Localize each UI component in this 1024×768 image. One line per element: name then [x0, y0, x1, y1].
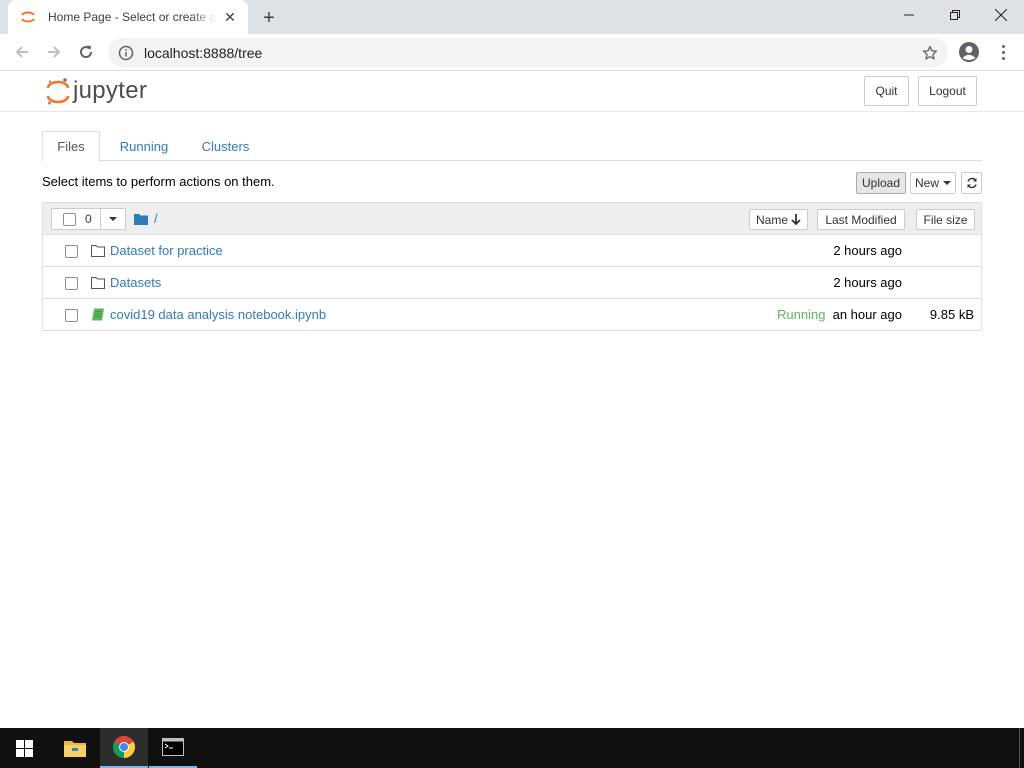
show-desktop-button[interactable]: [1019, 728, 1020, 768]
browser-tab-strip: Home Page - Select or create a notebook …: [0, 0, 1024, 34]
new-dropdown-button[interactable]: New: [910, 172, 956, 194]
item-checkbox[interactable]: [65, 277, 78, 290]
item-checkbox[interactable]: [65, 245, 78, 258]
minimize-window-icon[interactable]: [886, 0, 932, 30]
forward-arrow-icon[interactable]: [41, 39, 67, 65]
address-bar[interactable]: localhost:8888/tree: [108, 38, 948, 67]
browser-tab-title: Home Page - Select or create a notebook: [48, 10, 216, 24]
notebook-list-header: 0 / Name Last Modified File size: [43, 203, 981, 235]
list-item[interactable]: Dataset for practice 2 hours ago: [43, 235, 981, 267]
new-button-label: New: [914, 176, 939, 190]
chevron-down-icon: [943, 181, 951, 185]
jupyter-logo-icon: [46, 78, 70, 105]
item-checkbox[interactable]: [65, 309, 78, 322]
dashboard-tabs: Files Running Clusters: [42, 131, 982, 162]
browser-toolbar: localhost:8888/tree: [0, 34, 1024, 71]
browser-menu-icon[interactable]: [996, 41, 1010, 63]
sort-by-size-button[interactable]: File size: [916, 209, 975, 230]
jupyter-header: jupyter Quit Logout: [0, 71, 1024, 112]
item-modified: an hour ago: [832, 307, 902, 322]
list-item[interactable]: covid19 data analysis notebook.ipynb Run…: [43, 299, 981, 331]
reload-icon[interactable]: [73, 39, 99, 65]
arrow-down-icon: [791, 214, 801, 225]
item-name-link[interactable]: Dataset for practice: [110, 243, 223, 258]
jupyter-logo[interactable]: jupyter: [46, 75, 147, 107]
item-name-link[interactable]: covid19 data analysis notebook.ipynb: [110, 307, 326, 322]
sort-by-modified-button[interactable]: Last Modified: [817, 209, 905, 230]
refresh-icon: [966, 177, 977, 189]
breadcrumb-root[interactable]: /: [154, 211, 158, 226]
chrome-icon[interactable]: [100, 728, 148, 768]
close-tab-icon[interactable]: ✕: [222, 9, 238, 25]
close-window-icon[interactable]: [978, 0, 1024, 30]
list-item[interactable]: Datasets 2 hours ago: [43, 267, 981, 299]
selected-count: 0: [85, 212, 92, 226]
folder-icon: [134, 213, 148, 225]
upload-button[interactable]: Upload: [856, 172, 906, 194]
tab-clusters[interactable]: Clusters: [190, 131, 261, 161]
back-arrow-icon[interactable]: [9, 39, 35, 65]
sort-by-name-button[interactable]: Name: [749, 209, 808, 230]
quit-button[interactable]: Quit: [864, 76, 909, 106]
notebook-list: 0 / Name Last Modified File size Dataset…: [42, 202, 982, 331]
select-all-control: 0: [52, 209, 101, 229]
item-status: Running: [777, 307, 826, 322]
jupyter-favicon-icon: [21, 11, 35, 23]
tab-files[interactable]: Files: [42, 131, 100, 162]
taskbar: [0, 728, 1024, 768]
file-explorer-icon[interactable]: [51, 728, 99, 768]
logout-button[interactable]: Logout: [918, 76, 977, 106]
chevron-down-icon: [109, 217, 117, 221]
jupyter-logo-text: jupyter: [73, 77, 148, 104]
restore-window-icon[interactable]: [932, 0, 978, 30]
item-size: 9.85 kB: [929, 307, 974, 322]
bookmark-star-icon[interactable]: [920, 43, 940, 63]
tab-running[interactable]: Running: [108, 131, 180, 161]
folder-icon: [91, 277, 105, 289]
folder-icon: [91, 245, 105, 257]
profile-avatar-icon[interactable]: [958, 41, 980, 63]
site-info-icon[interactable]: [118, 45, 134, 61]
select-all-checkbox[interactable]: [63, 212, 76, 226]
select-menu-dropdown[interactable]: [101, 209, 125, 229]
new-tab-icon[interactable]: +: [258, 7, 280, 29]
windows-start-icon[interactable]: [0, 728, 48, 768]
selection-message: Select items to perform actions on them.: [42, 174, 275, 189]
browser-tab[interactable]: Home Page - Select or create a notebook …: [8, 0, 248, 34]
item-name-link[interactable]: Datasets: [110, 275, 161, 290]
breadcrumb[interactable]: /: [134, 211, 158, 226]
item-modified: 2 hours ago: [833, 275, 902, 290]
refresh-list-button[interactable]: [961, 172, 982, 194]
running-notebook-icon: [92, 308, 104, 321]
select-all-group: 0: [51, 208, 126, 230]
url-text: localhost:8888/tree: [144, 44, 263, 61]
item-modified: 2 hours ago: [833, 243, 902, 258]
sort-name-label: Name: [755, 212, 788, 227]
command-prompt-icon[interactable]: [149, 728, 197, 768]
